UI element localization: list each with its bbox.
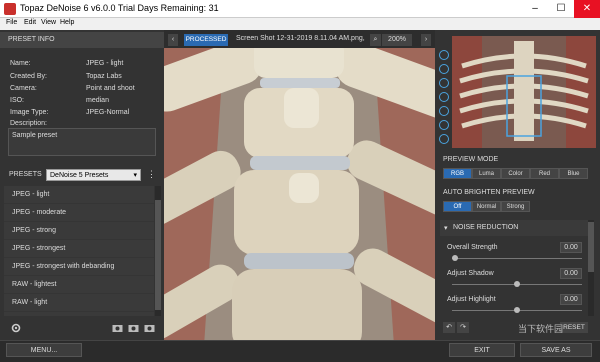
preset-list: JPEG - light JPEG - moderate JPEG - stro… xyxy=(4,186,154,316)
watermark-text: 当下软件园 xyxy=(518,324,564,334)
info-label-name: Name: xyxy=(10,60,31,67)
adjust-shadow-slider[interactable] xyxy=(452,281,582,287)
redo-icon[interactable]: ↷ xyxy=(457,322,469,333)
brush-tool-icon[interactable] xyxy=(439,64,449,74)
info-value-camera: Point and shoot xyxy=(86,85,135,92)
slider-knob[interactable] xyxy=(452,255,458,261)
menu-bar: File Edit View Help xyxy=(0,18,600,30)
gear-icon[interactable] xyxy=(10,322,22,334)
noise-reduction-header[interactable]: ▾ NOISE REDUCTION xyxy=(440,220,590,236)
info-value-iso: median xyxy=(86,97,109,104)
adjust-highlight-slider[interactable] xyxy=(452,307,582,313)
auto-brighten-header: AUTO BRIGHTEN PREVIEW xyxy=(443,189,535,196)
preview-mode-group: RGB Luma Color Red Blue xyxy=(443,168,588,180)
description-text: Sample preset xyxy=(8,128,156,156)
adjust-highlight-value[interactable]: 0.00 xyxy=(560,294,582,305)
adjust-highlight-label: Adjust Highlight xyxy=(447,296,496,303)
zoom-icon[interactable]: ⌕ xyxy=(370,34,381,46)
app-icon xyxy=(4,3,16,15)
exit-button[interactable]: EXIT xyxy=(449,343,515,357)
preset-info-header: PRESET INFO xyxy=(0,32,164,48)
window-title: Topaz DeNoise 6 v6.0.0 Trial Days Remain… xyxy=(20,3,219,13)
scrollbar-thumb[interactable] xyxy=(588,222,594,272)
brighten-off-button[interactable]: Off xyxy=(443,201,472,212)
undo-icon[interactable]: ↶ xyxy=(443,322,455,333)
camera-remove-icon[interactable] xyxy=(144,322,155,333)
zoom-tool-icon[interactable] xyxy=(439,134,449,144)
minimize-button[interactable]: – xyxy=(522,0,548,18)
presets-dropdown[interactable]: DeNoise 5 Presets ▾ xyxy=(46,169,141,181)
overall-strength-label: Overall Strength xyxy=(447,244,498,251)
right-scrollbar[interactable] xyxy=(588,220,594,316)
adjust-shadow-label: Adjust Shadow xyxy=(447,270,494,277)
preset-item-jpeg-strongest-debanding[interactable]: JPEG - strongest with debanding xyxy=(4,258,154,276)
slider-knob[interactable] xyxy=(514,281,520,287)
close-button[interactable]: ✕ xyxy=(574,0,600,18)
more-options-icon[interactable]: ⋮ xyxy=(147,169,156,181)
overall-strength-value[interactable]: 0.00 xyxy=(560,242,582,253)
preset-item-jpeg-light[interactable]: JPEG - light xyxy=(4,186,154,204)
maximize-button[interactable]: ☐ xyxy=(548,0,574,18)
brighten-strong-button[interactable]: Strong xyxy=(501,201,530,212)
preset-scrollbar[interactable] xyxy=(155,186,161,316)
menu-edit[interactable]: Edit xyxy=(24,19,36,26)
scrollbar-thumb[interactable] xyxy=(155,200,161,310)
preview-mode-header: PREVIEW MODE xyxy=(443,156,499,163)
camera-icon[interactable] xyxy=(112,322,123,333)
navigator-image xyxy=(452,36,596,148)
side-toolbar xyxy=(437,50,451,150)
color-tool-icon[interactable] xyxy=(439,78,449,88)
info-label-iso: ISO: xyxy=(10,97,25,104)
presets-dropdown-value: DeNoise 5 Presets xyxy=(50,172,109,179)
preset-item-jpeg-moderate[interactable]: JPEG - moderate xyxy=(4,204,154,222)
info-value-created-by: Topaz Labs xyxy=(86,73,122,80)
view-mode-tab[interactable]: PROCESSED xyxy=(184,34,228,46)
preview-rgb-button[interactable]: RGB xyxy=(443,168,472,179)
overall-strength-slider[interactable] xyxy=(452,255,582,261)
preview-red-button[interactable]: Red xyxy=(530,168,559,179)
eraser-tool-icon[interactable] xyxy=(439,106,449,116)
auto-brighten-group: Off Normal Strong xyxy=(443,201,530,213)
zoom-level[interactable]: 200% xyxy=(382,34,412,46)
save-as-button[interactable]: SAVE AS xyxy=(520,343,592,357)
image-preview[interactable] xyxy=(164,48,435,346)
info-value-image-type: JPEG-Normal xyxy=(86,109,130,116)
preset-item-raw-light[interactable]: RAW - light xyxy=(4,294,154,312)
brighten-normal-button[interactable]: Normal xyxy=(472,201,501,212)
info-label-image-type: Image Type: xyxy=(10,109,49,116)
chevron-down-icon: ▾ xyxy=(133,172,137,179)
circle-tool-icon[interactable] xyxy=(439,50,449,60)
preset-item-jpeg-strongest[interactable]: JPEG - strongest xyxy=(4,240,154,258)
preview-blue-button[interactable]: Blue xyxy=(559,168,588,179)
info-label-description: Description: xyxy=(10,120,47,127)
info-value-name: JPEG - light xyxy=(86,60,124,67)
adjust-shadow-value[interactable]: 0.00 xyxy=(560,268,582,279)
slider-knob[interactable] xyxy=(514,307,520,313)
left-toolbar xyxy=(0,318,164,340)
info-label-camera: Camera: xyxy=(10,85,37,92)
presets-label: PRESETS xyxy=(9,171,42,178)
camera-add-icon[interactable] xyxy=(128,322,139,333)
mask-tool-icon[interactable] xyxy=(439,92,449,102)
hand-tool-icon[interactable] xyxy=(439,120,449,130)
chevron-down-icon: ▾ xyxy=(444,225,448,232)
menu-help[interactable]: Help xyxy=(60,19,74,26)
preset-item-jpeg-strong[interactable]: JPEG - strong xyxy=(4,222,154,240)
navigator-thumbnail[interactable] xyxy=(452,36,596,148)
preview-color-button[interactable]: Color xyxy=(501,168,530,179)
menu-file[interactable]: File xyxy=(6,19,17,26)
title-bar: Topaz DeNoise 6 v6.0.0 Trial Days Remain… xyxy=(0,0,600,18)
preview-luma-button[interactable]: Luma xyxy=(472,168,501,179)
chevron-right-icon[interactable]: › xyxy=(421,34,431,46)
menu-button[interactable]: MENU... xyxy=(6,343,82,357)
info-label-created-by: Created By: xyxy=(10,73,47,80)
menu-view[interactable]: View xyxy=(41,19,56,26)
spine-image xyxy=(164,48,435,346)
filename-label: Screen Shot 12-31-2019 8.11.04 AM.png, xyxy=(236,35,365,42)
preset-item-raw-lightest[interactable]: RAW - lightest xyxy=(4,276,154,294)
noise-reduction-title: NOISE REDUCTION xyxy=(453,224,519,231)
chevron-left-icon[interactable]: ‹ xyxy=(168,34,178,46)
